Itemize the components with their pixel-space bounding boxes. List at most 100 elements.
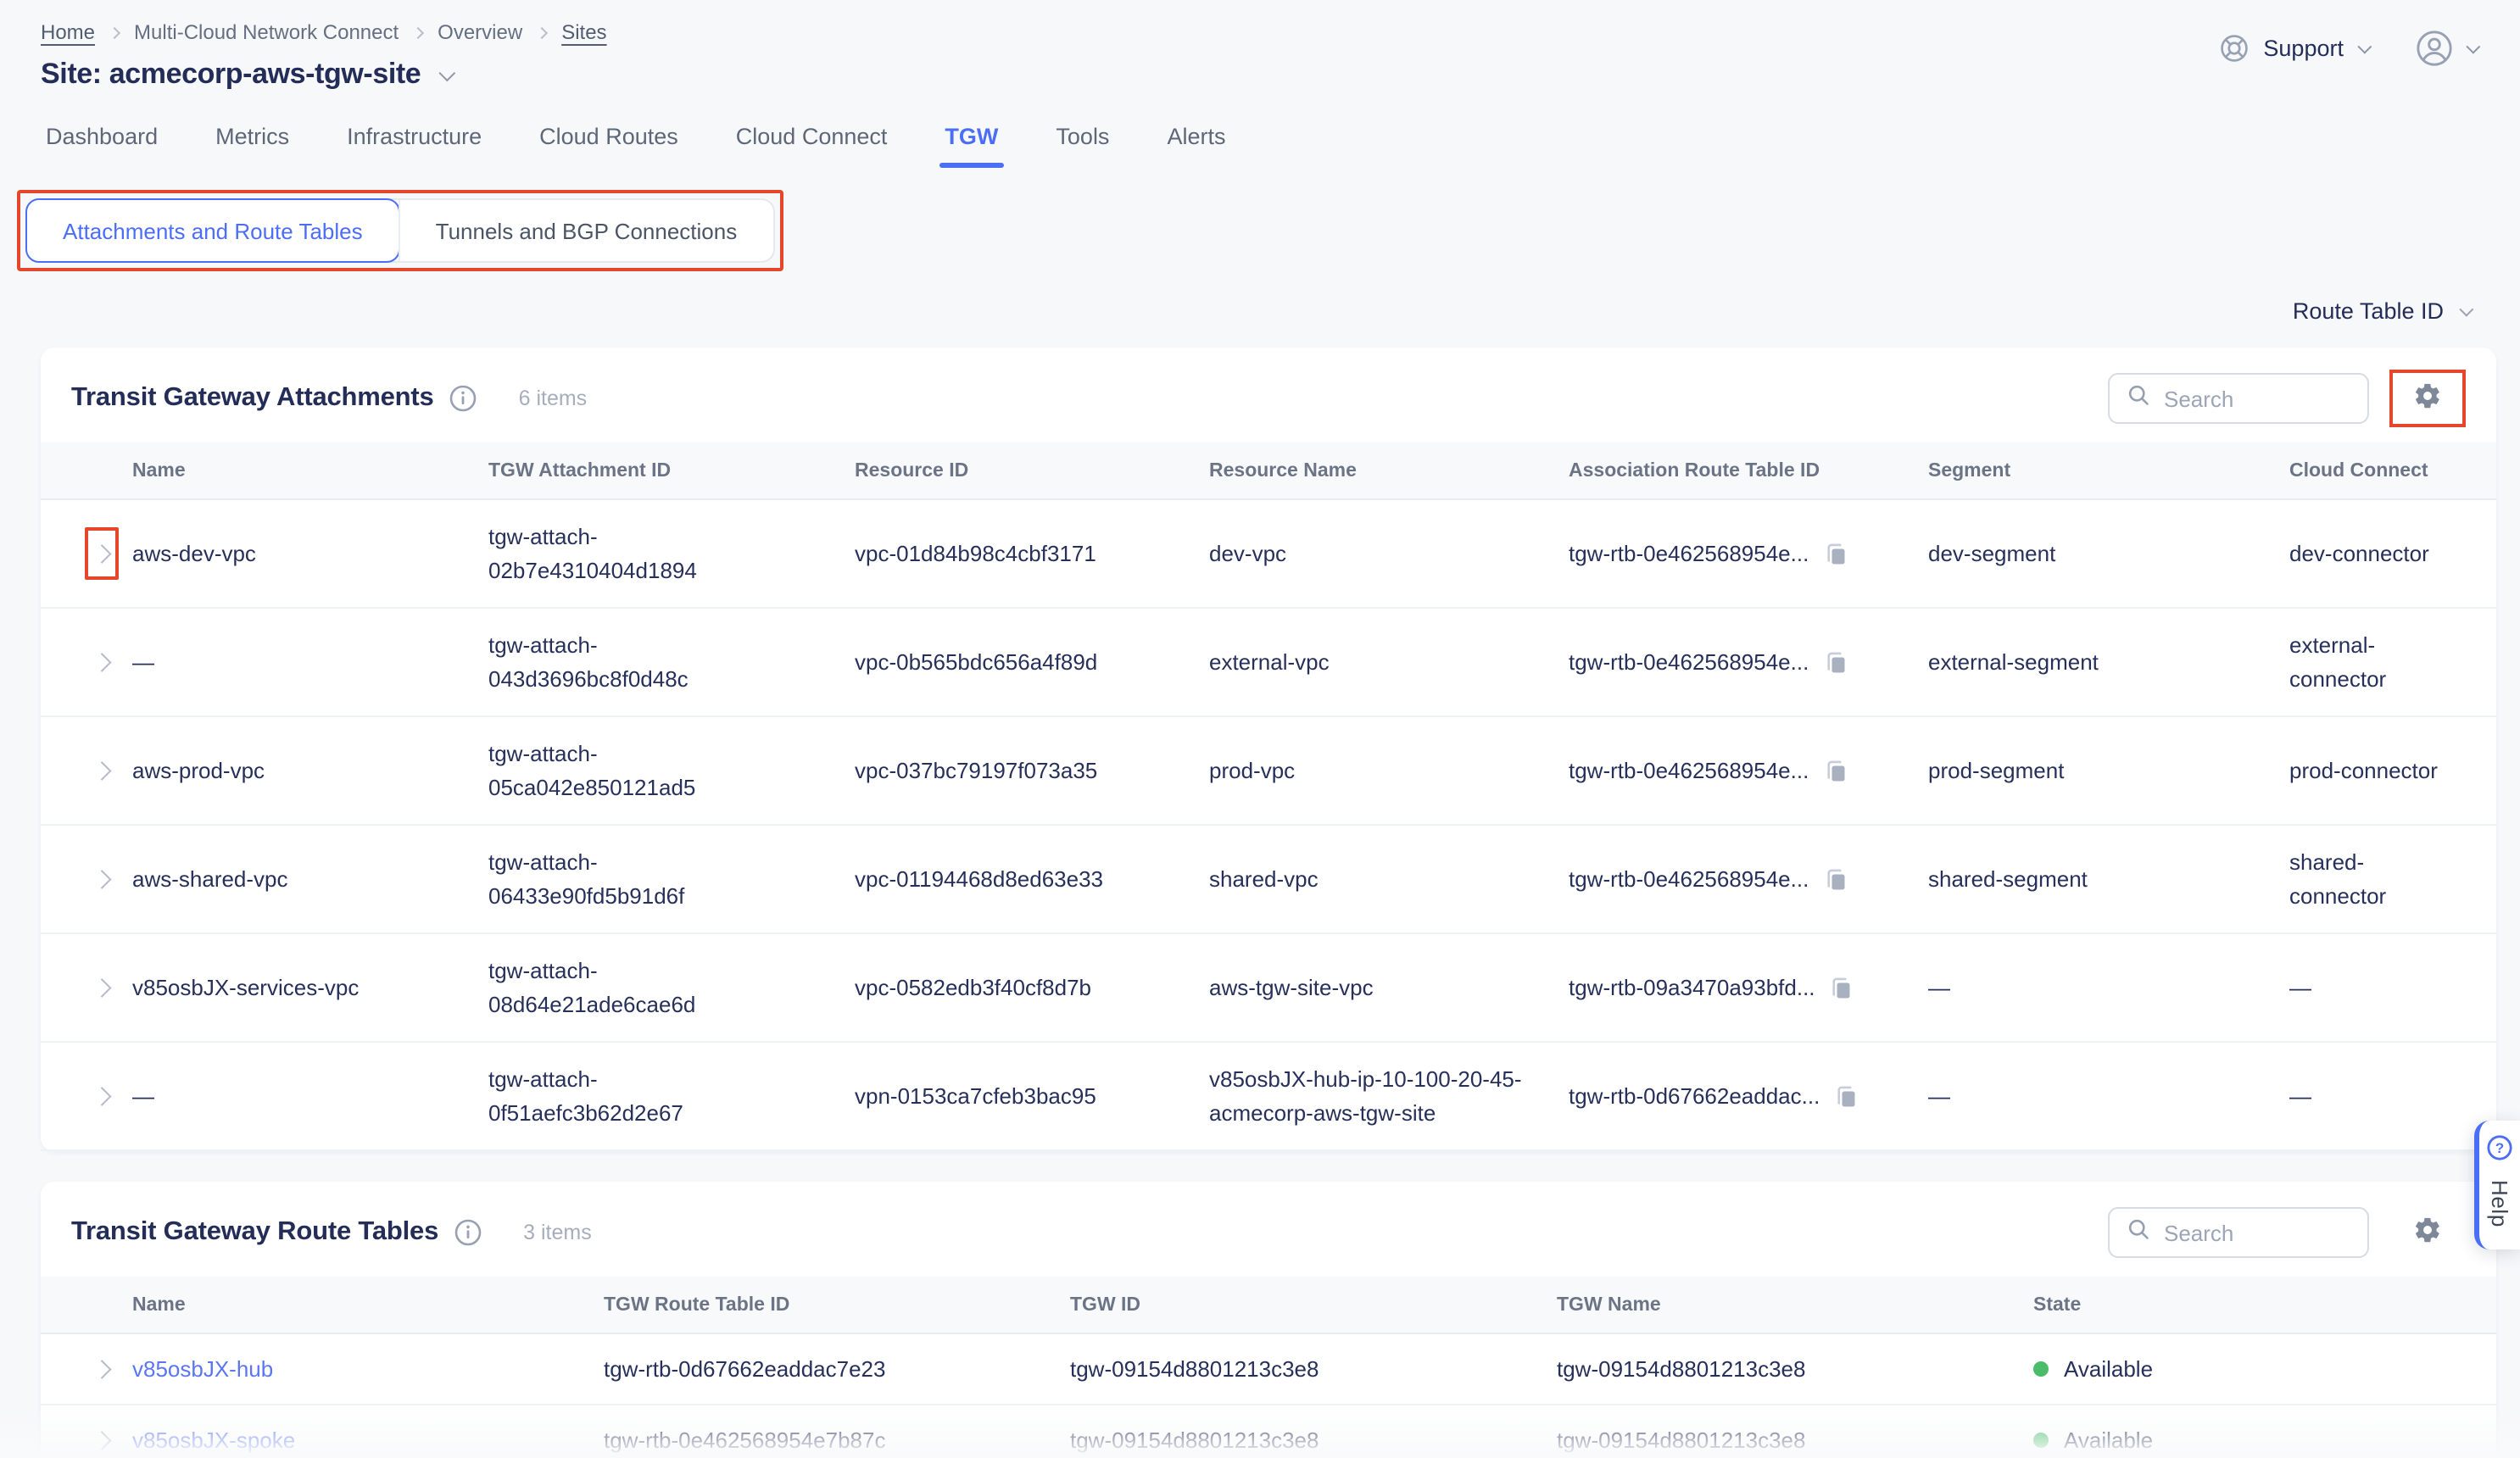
- column-header-tgw-route-table-id: TGW Route Table ID: [604, 1294, 1070, 1315]
- copy-icon[interactable]: [1822, 648, 1848, 676]
- attachments-table-header: NameTGW Attachment IDResource IDResource…: [41, 442, 2496, 500]
- cell-tgw-attachment-id: tgw-attach-0f51aefc3b62d2e67: [488, 1046, 763, 1146]
- avatar-icon: [2415, 29, 2454, 68]
- help-tab[interactable]: ? Help: [2474, 1121, 2520, 1249]
- breadcrumb-link[interactable]: Overview: [438, 20, 522, 44]
- copy-icon[interactable]: [1822, 540, 1848, 567]
- table-row: v85osbJX-services-vpc tgw-attach-08d64e2…: [41, 934, 2496, 1043]
- table-row: aws-prod-vpc tgw-attach-05ca042e850121ad…: [41, 717, 2496, 826]
- cell-cloud-connect: prod-connector: [2289, 737, 2479, 804]
- column-header-tgw-name: TGW Name: [1557, 1294, 2033, 1315]
- search-input[interactable]: [2164, 386, 2350, 411]
- filter-row: Route Table ID: [0, 298, 2469, 324]
- row-expand-button[interactable]: [92, 1360, 112, 1379]
- search-icon: [2127, 382, 2150, 415]
- cell-tgw-attachment-id: tgw-attach-06433e90fd5b91d6f: [488, 829, 763, 929]
- chevron-right-icon: [92, 761, 110, 779]
- cell-resource-id: vpc-0b565bdc656a4f89d: [855, 629, 1209, 696]
- row-expand-button[interactable]: [92, 1431, 112, 1450]
- chevron-right-icon: [92, 1431, 110, 1449]
- table-row: — tgw-attach-0f51aefc3b62d2e67 vpn-0153c…: [41, 1043, 2496, 1151]
- attachments-title: Transit Gateway Attachments: [71, 383, 434, 414]
- tab-cloud-routes[interactable]: Cloud Routes: [539, 117, 678, 168]
- route-tables-toolbar: [2108, 1204, 2466, 1261]
- breadcrumb-link[interactable]: Multi-Cloud Network Connect: [134, 20, 399, 44]
- support-icon: [2217, 32, 2250, 64]
- tab-tgw[interactable]: TGW: [945, 117, 998, 168]
- column-header-resource-name: Resource Name: [1209, 460, 1569, 481]
- cell-segment: shared-segment: [1928, 846, 2289, 913]
- breadcrumb-link[interactable]: Home: [41, 20, 95, 44]
- row-expand-button[interactable]: [92, 653, 112, 672]
- attachments-table-body: aws-dev-vpc tgw-attach-02b7e4310404d1894…: [41, 500, 2496, 1151]
- column-header-name: Name: [132, 460, 488, 481]
- copy-icon[interactable]: [1829, 974, 1854, 1001]
- copy-icon[interactable]: [1822, 865, 1848, 893]
- breadcrumb-separator-icon: [536, 26, 548, 38]
- subtab-tunnels-and-bgp-connections[interactable]: Tunnels and BGP Connections: [399, 200, 773, 261]
- subtab-attachments-and-route-tables[interactable]: Attachments and Route Tables: [25, 198, 400, 263]
- cell-segment: —: [1928, 1063, 2289, 1130]
- route-tables-table-header: NameTGW Route Table IDTGW IDTGW NameStat…: [41, 1277, 2496, 1334]
- copy-icon[interactable]: [1833, 1082, 1859, 1110]
- chevron-right-icon: [92, 544, 110, 562]
- cell-association-route-table-id: tgw-rtb-0e462568954e...: [1569, 846, 1928, 913]
- cell-segment: —: [1928, 954, 2289, 1021]
- cell-resource-id: vpc-01194468d8ed63e33: [855, 846, 1209, 913]
- cell-cloud-connect: external-connector: [2289, 612, 2479, 712]
- cell-tgw-attachment-id: tgw-attach-05ca042e850121ad5: [488, 721, 763, 821]
- row-expand-button[interactable]: [92, 544, 112, 564]
- annotation-box-subtabs: Attachments and Route TablesTunnels and …: [17, 190, 783, 271]
- column-header-name: Name: [132, 1294, 604, 1315]
- cell-association-route-table-id: tgw-rtb-0e462568954e...: [1569, 520, 1928, 587]
- route-tables-settings-wrap: [2389, 1204, 2466, 1261]
- attachments-card: Transit Gateway Attachments 6 items: [41, 348, 2496, 1151]
- chevron-right-icon: [92, 653, 110, 671]
- items-count: 3 items: [523, 1221, 592, 1244]
- cell-cloud-connect: shared-connector: [2289, 829, 2479, 929]
- info-icon[interactable]: [449, 385, 477, 412]
- route-table-name-link[interactable]: v85osbJX-hub: [132, 1336, 604, 1403]
- info-icon[interactable]: [454, 1219, 481, 1246]
- items-count: 6 items: [519, 387, 588, 410]
- row-expand-button[interactable]: [92, 1087, 112, 1106]
- tab-alerts[interactable]: Alerts: [1167, 117, 1225, 168]
- breadcrumb-link[interactable]: Sites: [561, 20, 606, 44]
- cell-resource-name: v85osbJX-hub-ip-10-100-20-45-acmecorp-aw…: [1209, 1046, 1569, 1146]
- copy-icon[interactable]: [1822, 757, 1848, 784]
- search-input[interactable]: [2164, 1220, 2350, 1245]
- table-row: aws-dev-vpc tgw-attach-02b7e4310404d1894…: [41, 500, 2496, 609]
- route-table-id-filter[interactable]: Route Table ID: [2293, 298, 2469, 324]
- column-header-segment: Segment: [1928, 460, 2289, 481]
- cell-resource-id: vpc-0582edb3f40cf8d7b: [855, 954, 1209, 1021]
- attachments-search: [2108, 373, 2369, 424]
- chevron-right-icon: [92, 1360, 110, 1377]
- svg-text:?: ?: [2495, 1140, 2504, 1156]
- subtab-group: Attachments and Route TablesTunnels and …: [25, 198, 774, 263]
- tab-dashboard[interactable]: Dashboard: [46, 117, 158, 168]
- tab-infrastructure[interactable]: Infrastructure: [347, 117, 482, 168]
- cell-association-route-table-id: tgw-rtb-0d67662eaddac...: [1569, 1063, 1928, 1130]
- cell-name: —: [132, 629, 488, 696]
- cell-resource-id: vpn-0153ca7cfeb3bac95: [855, 1063, 1209, 1130]
- row-expand-button[interactable]: [92, 870, 112, 889]
- table-row: — tgw-attach-043d3696bc8f0d48c vpc-0b565…: [41, 609, 2496, 717]
- attachments-settings-button[interactable]: [2413, 381, 2442, 415]
- tab-bar: Dashboard Metrics Infrastructure Cloud Rout…: [0, 117, 2520, 168]
- row-expand-button[interactable]: [92, 978, 112, 998]
- subtab-zone: Attachments and Route TablesTunnels and …: [17, 190, 2520, 271]
- title-row: Site: acmecorp-aws-tgw-site: [41, 58, 2476, 92]
- tab-tools[interactable]: Tools: [1056, 117, 1109, 168]
- status-dot: [2033, 1361, 2049, 1377]
- account-menu[interactable]: [2415, 29, 2476, 68]
- tab-metrics[interactable]: Metrics: [215, 117, 289, 168]
- cell-resource-name: prod-vpc: [1209, 737, 1569, 804]
- cell-resource-name: shared-vpc: [1209, 846, 1569, 913]
- route-tables-settings-button[interactable]: [2413, 1216, 2442, 1249]
- support-menu[interactable]: Support: [2217, 32, 2367, 64]
- title-chevron-down-icon[interactable]: [439, 64, 454, 80]
- tab-cloud-connect[interactable]: Cloud Connect: [736, 117, 888, 168]
- chevron-right-icon: [92, 870, 110, 888]
- row-expand-button[interactable]: [92, 761, 112, 781]
- route-table-name-link[interactable]: v85osbJX-spoke: [132, 1407, 604, 1458]
